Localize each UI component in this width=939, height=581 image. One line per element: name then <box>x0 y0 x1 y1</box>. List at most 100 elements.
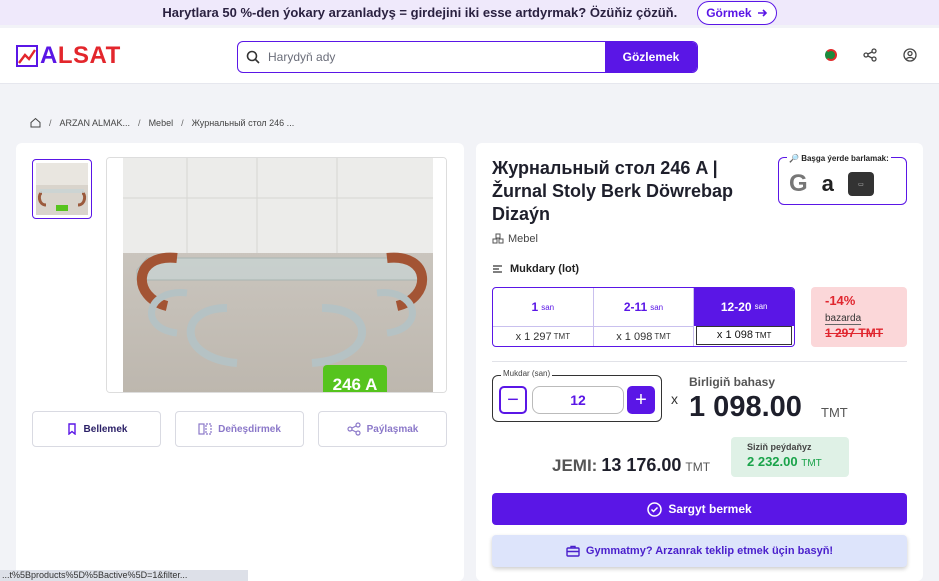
product-category[interactable]: Mebel <box>492 233 538 245</box>
promo-see-label: Görmek <box>706 5 752 20</box>
savings-box: Siziň peýdaňyz 2 232.00 TMT <box>731 437 849 477</box>
order-button[interactable]: Sargyt bermek <box>492 493 907 525</box>
amazon-icon[interactable]: a <box>822 171 834 197</box>
tier-range-unit: san <box>541 302 555 312</box>
offer-price-button[interactable]: Gymmatmy? Arzanrak teklip etmek üçin bas… <box>492 535 907 567</box>
quantity-title: Mukdary (lot) <box>492 263 579 275</box>
savings-amount: 2 232.00 <box>747 454 798 469</box>
increase-button[interactable]: + <box>627 386 655 414</box>
search-bar: Gözlemek <box>237 41 698 73</box>
trendyol-icon[interactable]: ▭ <box>847 172 874 196</box>
tier-price: x 1 098 TMT <box>696 325 793 345</box>
tier-range: 1 san <box>493 288 593 326</box>
tier-range: 12-20 san <box>694 288 794 326</box>
decrease-button[interactable]: − <box>499 386 527 414</box>
stepper-label: Mukdar (san) <box>501 369 553 378</box>
product-main-image[interactable]: 246 A <box>106 157 447 393</box>
search-icon <box>238 42 268 72</box>
bookmark-button[interactable]: Bellemek <box>32 411 161 447</box>
price-tiers: 1 san x 1 297 TMT 2-11 san x 1 098 TMT 12-20 san x… <box>492 287 795 347</box>
tier-range-unit: san <box>754 302 768 312</box>
quantity-input[interactable] <box>532 386 624 414</box>
tier-price-value: x 1 297 <box>515 330 552 343</box>
site-header: ALSAT Gözlemek <box>0 28 939 84</box>
price-tier[interactable]: 12-20 san x 1 098 TMT <box>694 288 794 346</box>
tier-range-unit: san <box>650 302 664 312</box>
product-gallery: 246 A Bellemek Deňeşdirmek Paýlaşmak <box>16 143 464 581</box>
compare-label: Deňeşdirmek <box>218 423 281 435</box>
bookmark-icon <box>67 423 76 435</box>
old-price: 1 297 TMT <box>825 326 884 340</box>
tier-price: x 1 297 TMT <box>493 326 593 346</box>
category-icon <box>492 233 504 244</box>
tier-price-currency: TMT <box>654 332 671 342</box>
breadcrumb-item[interactable]: Mebel <box>149 118 174 128</box>
breadcrumb: / ARZAN ALMAK... / Mebel / Журнальный ст… <box>30 117 294 128</box>
google-icon[interactable]: G <box>789 170 808 198</box>
quantity-stepper: Mukdar (san) − + <box>492 369 662 422</box>
offer-button-label: Gymmatmy? Arzanrak teklip etmek üçin bas… <box>585 545 834 557</box>
alsat-logo[interactable]: ALSAT <box>16 42 121 70</box>
tier-range: 2-11 san <box>594 288 694 326</box>
share-icon <box>347 422 361 436</box>
promo-text: Harytlara 50 %-den ýokary arzanladyş = g… <box>162 5 678 20</box>
savings-label: Siziň peýdaňyz <box>747 442 812 452</box>
bookmark-label: Bellemek <box>83 423 128 435</box>
promo-banner: Harytlara 50 %-den ýokary arzanladyş = g… <box>0 0 939 25</box>
check-circle-icon <box>647 501 663 517</box>
total-label: JEMI: <box>552 456 598 475</box>
language-flag-icon[interactable] <box>825 49 837 61</box>
search-button[interactable]: Gözlemek <box>605 42 697 72</box>
unit-price-label: Birligiň bahasy <box>689 375 776 389</box>
external-search-box: 🔎 Başga ýerde barlamak: G a ▭ <box>778 154 907 205</box>
gallery-thumbnail[interactable] <box>32 159 92 219</box>
price-tier[interactable]: 2-11 san x 1 098 TMT <box>593 288 695 346</box>
divider <box>492 361 907 362</box>
status-bar-url: ...t%5Bproducts%5D%5Bactive%5D=1&filter.… <box>0 570 248 581</box>
share-icon[interactable] <box>863 48 877 62</box>
briefcase-icon <box>566 545 580 557</box>
total-currency: TMT <box>685 460 711 474</box>
promo-see-button[interactable]: Görmek <box>697 0 777 25</box>
unit-price: 1 098.00 <box>689 391 802 423</box>
tier-range-value: 1 <box>531 300 539 315</box>
product-info-panel: Журнальный стол 246 A | Žurnal Stoly Ber… <box>476 143 923 581</box>
price-tier[interactable]: 1 san x 1 297 TMT <box>493 288 594 346</box>
multiply-sign: x <box>671 391 678 407</box>
tier-range-value: 12-20 <box>720 299 752 314</box>
compare-button[interactable]: Deňeşdirmek <box>175 411 304 447</box>
total-price: JEMI: 13 176.00 TMT <box>552 455 710 476</box>
compare-icon <box>198 423 212 435</box>
breadcrumb-item: Журнальный стол 246 ... <box>191 117 295 128</box>
share-product-button[interactable]: Paýlaşmak <box>318 411 447 447</box>
discount-percent: -14% <box>825 293 856 308</box>
product-thumbnail-image <box>36 163 88 215</box>
tier-price-currency: TMT <box>553 332 571 342</box>
glass-table-photo <box>107 158 446 392</box>
share-label: Paýlaşmak <box>366 423 419 435</box>
external-search-title-text: Başga ýerde barlamak: <box>801 154 889 163</box>
unit-price-currency: TMT <box>821 405 848 420</box>
sliders-icon <box>493 265 502 273</box>
total-value: 13 176.00 <box>601 455 682 475</box>
logo-letter: A <box>40 42 58 69</box>
discount-badge: -14% bazarda 1 297 TMT <box>811 287 907 347</box>
external-search-title: 🔎 Başga ýerde barlamak: <box>787 154 891 163</box>
gallery-actions: Bellemek Deňeşdirmek Paýlaşmak <box>32 411 447 447</box>
market-label: bazarda <box>825 313 862 325</box>
quantity-title-text: Mukdary (lot) <box>510 263 580 275</box>
search-input[interactable] <box>268 42 605 72</box>
category-label: Mebel <box>508 233 538 245</box>
logo-text: LSAT <box>57 42 121 69</box>
user-icon[interactable] <box>903 48 917 62</box>
tier-price: x 1 098 TMT <box>593 326 694 346</box>
tier-price-currency: TMT <box>755 330 772 340</box>
chart-logo-icon <box>16 45 38 67</box>
product-code-label: 246 A <box>323 365 387 392</box>
header-icons <box>825 48 917 62</box>
home-icon[interactable] <box>30 117 41 128</box>
savings-currency: TMT <box>801 458 822 469</box>
breadcrumb-item[interactable]: ARZAN ALMAK... <box>60 118 131 128</box>
tier-range-value: 2-11 <box>623 300 648 315</box>
savings-value: 2 232.00 TMT <box>747 454 833 469</box>
